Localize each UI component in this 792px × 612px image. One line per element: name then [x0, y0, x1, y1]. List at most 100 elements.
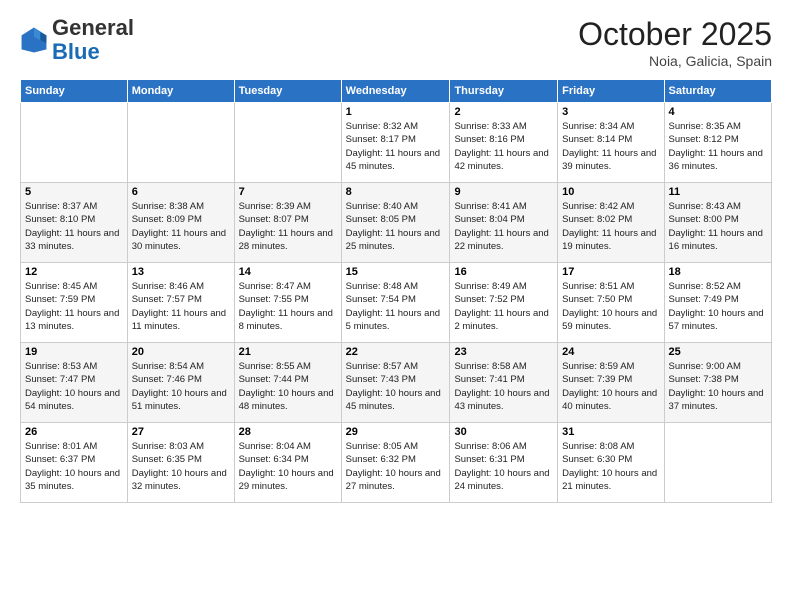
day-info: Sunrise: 8:49 AM Sunset: 7:52 PM Dayligh… — [454, 280, 553, 333]
day-info: Sunrise: 8:03 AM Sunset: 6:35 PM Dayligh… — [132, 440, 230, 493]
table-row: 5 Sunrise: 8:37 AM Sunset: 8:10 PM Daylig… — [21, 183, 128, 263]
day-number: 12 — [25, 266, 123, 278]
table-row: 27 Sunrise: 8:03 AM Sunset: 6:35 PM Dayli… — [127, 423, 234, 503]
table-row: 30 Sunrise: 8:06 AM Sunset: 6:31 PM Dayli… — [450, 423, 558, 503]
table-row: 8Sunrise: 8:40 AM Sunset: 8:05 PM Daylig… — [341, 183, 450, 263]
table-row — [21, 103, 128, 183]
col-thursday: Thursday — [450, 80, 558, 103]
day-info: Sunrise: 8:42 AM Sunset: 8:02 PM Dayligh… — [562, 200, 659, 253]
day-number: 14 — [239, 266, 337, 278]
day-number: 28 — [239, 426, 337, 438]
day-number: 24 — [562, 346, 659, 358]
header: GeneralBlue October 2025 Noia, Galicia, … — [20, 16, 772, 69]
day-info: Sunrise: 8:08 AM Sunset: 6:30 PM Dayligh… — [562, 440, 659, 493]
day-info: Sunrise: 8:39 AM Sunset: 8:07 PM Dayligh… — [239, 200, 337, 253]
table-row: 7 Sunrise: 8:39 AM Sunset: 8:07 PM Daylig… — [234, 183, 341, 263]
day-info: Sunrise: 8:32 AM Sunset: 8:17 PM Dayligh… — [346, 120, 446, 173]
day-number: 19 — [25, 346, 123, 358]
day-info: Sunrise: 8:45 AM Sunset: 7:59 PM Dayligh… — [25, 280, 123, 333]
table-row: 4 Sunrise: 8:35 AM Sunset: 8:12 PM Daylig… — [664, 103, 771, 183]
col-wednesday: Wednesday — [341, 80, 450, 103]
table-row — [234, 103, 341, 183]
day-number: 27 — [132, 426, 230, 438]
title-block: October 2025 Noia, Galicia, Spain — [578, 16, 772, 69]
day-info: Sunrise: 8:51 AM Sunset: 7:50 PM Dayligh… — [562, 280, 659, 333]
day-info: Sunrise: 8:40 AM Sunset: 8:05 PM Dayligh… — [346, 200, 446, 253]
day-number: 25 — [669, 346, 767, 358]
calendar-week-row: 12 Sunrise: 8:45 AM Sunset: 7:59 PM Dayli… — [21, 263, 772, 343]
day-info: Sunrise: 8:33 AM Sunset: 8:16 PM Dayligh… — [454, 120, 553, 173]
table-row: 31Sunrise: 8:08 AM Sunset: 6:30 PM Dayli… — [558, 423, 664, 503]
day-number: 23 — [454, 346, 553, 358]
day-number: 21 — [239, 346, 337, 358]
day-number: 22 — [346, 346, 446, 358]
table-row: 18Sunrise: 8:52 AM Sunset: 7:49 PM Dayli… — [664, 263, 771, 343]
col-tuesday: Tuesday — [234, 80, 341, 103]
day-number: 4 — [669, 106, 767, 118]
calendar-table: Sunday Monday Tuesday Wednesday Thursday… — [20, 79, 772, 503]
day-number: 6 — [132, 186, 230, 198]
day-info: Sunrise: 8:57 AM Sunset: 7:43 PM Dayligh… — [346, 360, 446, 413]
table-row: 1Sunrise: 8:32 AM Sunset: 8:17 PM Daylig… — [341, 103, 450, 183]
day-info: Sunrise: 8:37 AM Sunset: 8:10 PM Dayligh… — [25, 200, 123, 253]
page: GeneralBlue October 2025 Noia, Galicia, … — [0, 0, 792, 612]
logo-icon — [20, 26, 48, 54]
day-number: 18 — [669, 266, 767, 278]
day-info: Sunrise: 8:06 AM Sunset: 6:31 PM Dayligh… — [454, 440, 553, 493]
table-row: 19 Sunrise: 8:53 AM Sunset: 7:47 PM Dayli… — [21, 343, 128, 423]
calendar-week-row: 5 Sunrise: 8:37 AM Sunset: 8:10 PM Daylig… — [21, 183, 772, 263]
day-number: 26 — [25, 426, 123, 438]
table-row: 16Sunrise: 8:49 AM Sunset: 7:52 PM Dayli… — [450, 263, 558, 343]
day-number: 7 — [239, 186, 337, 198]
location-subtitle: Noia, Galicia, Spain — [578, 53, 772, 69]
day-info: Sunrise: 8:59 AM Sunset: 7:39 PM Dayligh… — [562, 360, 659, 413]
day-number: 11 — [669, 186, 767, 198]
month-title: October 2025 — [578, 16, 772, 53]
table-row — [127, 103, 234, 183]
day-number: 9 — [454, 186, 553, 198]
day-number: 20 — [132, 346, 230, 358]
table-row: 20Sunrise: 8:54 AM Sunset: 7:46 PM Dayli… — [127, 343, 234, 423]
table-row: 2 Sunrise: 8:33 AM Sunset: 8:16 PM Daylig… — [450, 103, 558, 183]
calendar-week-row: 26 Sunrise: 8:01 AM Sunset: 6:37 PM Dayli… — [21, 423, 772, 503]
table-row: 25 Sunrise: 9:00 AM Sunset: 7:38 PM Dayli… — [664, 343, 771, 423]
day-info: Sunrise: 8:47 AM Sunset: 7:55 PM Dayligh… — [239, 280, 337, 333]
day-info: Sunrise: 8:35 AM Sunset: 8:12 PM Dayligh… — [669, 120, 767, 173]
calendar-week-row: 1Sunrise: 8:32 AM Sunset: 8:17 PM Daylig… — [21, 103, 772, 183]
day-number: 29 — [346, 426, 446, 438]
day-number: 2 — [454, 106, 553, 118]
day-info: Sunrise: 8:53 AM Sunset: 7:47 PM Dayligh… — [25, 360, 123, 413]
table-row: 23Sunrise: 8:58 AM Sunset: 7:41 PM Dayli… — [450, 343, 558, 423]
day-info: Sunrise: 8:34 AM Sunset: 8:14 PM Dayligh… — [562, 120, 659, 173]
calendar-header-row: Sunday Monday Tuesday Wednesday Thursday… — [21, 80, 772, 103]
table-row: 17 Sunrise: 8:51 AM Sunset: 7:50 PM Dayli… — [558, 263, 664, 343]
table-row: 6 Sunrise: 8:38 AM Sunset: 8:09 PM Daylig… — [127, 183, 234, 263]
logo-text: GeneralBlue — [52, 16, 134, 64]
day-info: Sunrise: 8:41 AM Sunset: 8:04 PM Dayligh… — [454, 200, 553, 253]
table-row: 15Sunrise: 8:48 AM Sunset: 7:54 PM Dayli… — [341, 263, 450, 343]
col-saturday: Saturday — [664, 80, 771, 103]
day-number: 30 — [454, 426, 553, 438]
day-info: Sunrise: 8:05 AM Sunset: 6:32 PM Dayligh… — [346, 440, 446, 493]
calendar-week-row: 19 Sunrise: 8:53 AM Sunset: 7:47 PM Dayli… — [21, 343, 772, 423]
day-info: Sunrise: 8:01 AM Sunset: 6:37 PM Dayligh… — [25, 440, 123, 493]
day-number: 3 — [562, 106, 659, 118]
table-row: 24 Sunrise: 8:59 AM Sunset: 7:39 PM Dayli… — [558, 343, 664, 423]
day-info: Sunrise: 8:38 AM Sunset: 8:09 PM Dayligh… — [132, 200, 230, 253]
table-row: 26 Sunrise: 8:01 AM Sunset: 6:37 PM Dayli… — [21, 423, 128, 503]
day-number: 10 — [562, 186, 659, 198]
table-row: 3 Sunrise: 8:34 AM Sunset: 8:14 PM Daylig… — [558, 103, 664, 183]
col-monday: Monday — [127, 80, 234, 103]
table-row — [664, 423, 771, 503]
day-number: 13 — [132, 266, 230, 278]
col-friday: Friday — [558, 80, 664, 103]
table-row: 28Sunrise: 8:04 AM Sunset: 6:34 PM Dayli… — [234, 423, 341, 503]
day-info: Sunrise: 8:48 AM Sunset: 7:54 PM Dayligh… — [346, 280, 446, 333]
table-row: 29 Sunrise: 8:05 AM Sunset: 6:32 PM Dayli… — [341, 423, 450, 503]
table-row: 14 Sunrise: 8:47 AM Sunset: 7:55 PM Dayli… — [234, 263, 341, 343]
day-number: 17 — [562, 266, 659, 278]
logo: GeneralBlue — [20, 16, 134, 64]
day-info: Sunrise: 9:00 AM Sunset: 7:38 PM Dayligh… — [669, 360, 767, 413]
col-sunday: Sunday — [21, 80, 128, 103]
day-number: 5 — [25, 186, 123, 198]
